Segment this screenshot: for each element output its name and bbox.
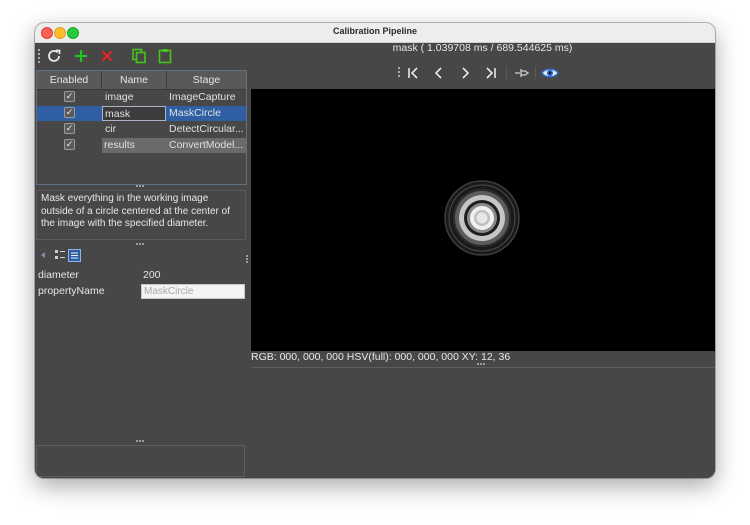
app-window: Calibration Pipeline Enabled Name Stage … bbox=[35, 23, 715, 478]
pixel-status-bar: RGB: 000, 000, 000 HSV(full): 000, 000, … bbox=[251, 351, 511, 363]
table-row[interactable]: ✓ cir DetectCircular... bbox=[37, 122, 246, 137]
output-console[interactable] bbox=[36, 445, 245, 477]
toolbar-separator bbox=[535, 66, 536, 80]
eye-icon[interactable] bbox=[540, 63, 560, 83]
row-stage: DetectCircular... bbox=[169, 123, 244, 135]
property-row-propertyname[interactable]: propertyName MaskCircle bbox=[35, 283, 245, 299]
row-stage: ImageCapture bbox=[169, 91, 236, 103]
title-bar: Calibration Pipeline bbox=[35, 23, 715, 43]
paste-icon[interactable] bbox=[156, 47, 174, 65]
row-name: image bbox=[105, 91, 134, 103]
row-name: cir bbox=[105, 123, 117, 135]
stage-timing-info: mask ( 1.039708 ms / 689.544625 ms) bbox=[392, 42, 573, 54]
row-name: results bbox=[102, 138, 167, 153]
left-panel: Enabled Name Stage ✓ image ImageCapture … bbox=[35, 43, 248, 478]
property-row-diameter[interactable]: diameter 200 bbox=[35, 267, 245, 283]
row-name-editor[interactable]: mask bbox=[102, 106, 166, 121]
property-grid: diameter 200 propertyName MaskCircle bbox=[35, 267, 245, 467]
property-value-input[interactable]: MaskCircle bbox=[141, 284, 245, 299]
copy-icon[interactable] bbox=[130, 47, 148, 65]
previous-icon[interactable] bbox=[429, 63, 449, 83]
image-viewer[interactable] bbox=[251, 89, 715, 351]
property-value[interactable]: 200 bbox=[143, 267, 161, 283]
toolbar-grip[interactable] bbox=[38, 49, 40, 63]
pipeline-toolbar bbox=[35, 43, 248, 69]
collapse-icon[interactable] bbox=[39, 250, 49, 260]
pin-icon[interactable] bbox=[512, 63, 532, 83]
next-icon[interactable] bbox=[455, 63, 475, 83]
toolbar-separator bbox=[506, 66, 507, 80]
table-row-selected[interactable]: ✓ mask MaskCircle bbox=[37, 106, 246, 121]
enabled-checkbox[interactable]: ✓ bbox=[64, 139, 75, 150]
column-enabled[interactable]: Enabled bbox=[37, 71, 102, 89]
toolbar-grip[interactable] bbox=[398, 67, 400, 79]
bottom-panel bbox=[251, 367, 715, 478]
refresh-icon[interactable] bbox=[45, 47, 63, 65]
enabled-checkbox[interactable]: ✓ bbox=[64, 123, 75, 134]
stage-description: Mask everything in the working image out… bbox=[36, 190, 246, 240]
column-stage[interactable]: Stage bbox=[167, 71, 246, 89]
property-key: diameter bbox=[38, 269, 79, 281]
row-stage: MaskCircle bbox=[169, 107, 221, 119]
table-header: Enabled Name Stage bbox=[37, 71, 246, 90]
tree-view-icon[interactable] bbox=[54, 249, 66, 261]
delete-icon[interactable] bbox=[98, 47, 116, 65]
table-row[interactable]: ✓ results ConvertModel... bbox=[37, 138, 246, 153]
enabled-checkbox[interactable]: ✓ bbox=[64, 91, 75, 102]
column-name[interactable]: Name bbox=[102, 71, 167, 89]
window-title: Calibration Pipeline bbox=[332, 26, 417, 36]
description-splitter-handle[interactable] bbox=[136, 243, 146, 248]
row-stage: ConvertModel... bbox=[167, 138, 246, 153]
enabled-checkbox[interactable]: ✓ bbox=[64, 107, 75, 118]
add-icon[interactable] bbox=[72, 47, 90, 65]
grid-view-icon[interactable] bbox=[68, 249, 81, 262]
property-key: propertyName bbox=[38, 285, 105, 297]
table-row[interactable]: ✓ image ImageCapture bbox=[37, 90, 246, 105]
masked-circle-image bbox=[444, 180, 520, 256]
right-panel: mask ( 1.039708 ms / 689.544625 ms) RGB:… bbox=[250, 42, 715, 478]
pipeline-table: Enabled Name Stage ✓ image ImageCapture … bbox=[36, 70, 247, 185]
playback-toolbar bbox=[398, 63, 568, 83]
last-frame-icon[interactable] bbox=[481, 63, 501, 83]
first-frame-icon[interactable] bbox=[403, 63, 423, 83]
